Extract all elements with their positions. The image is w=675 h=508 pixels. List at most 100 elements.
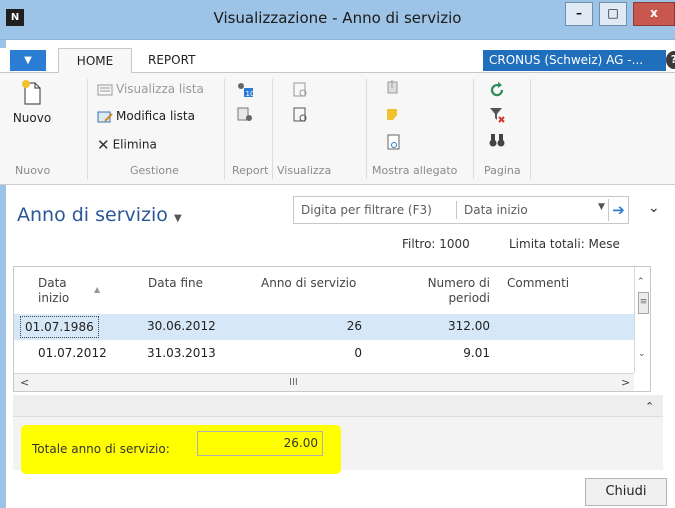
column-header-data-fine[interactable]: Data fine xyxy=(148,276,203,291)
scroll-down-icon[interactable]: ⌄ xyxy=(638,349,646,359)
limit-totals-status: Limita totali: Mese xyxy=(509,237,620,251)
delete-x-icon: ✕ xyxy=(97,136,110,154)
view-details-icon xyxy=(293,107,307,122)
total-value-field: 26.00 xyxy=(197,431,323,456)
ribbon: Nuovo Nuovo Visualizza lista Modifica li… xyxy=(0,73,675,185)
column-header-data-inizio[interactable]: Data inizio xyxy=(38,276,69,306)
tab-report[interactable]: REPORT xyxy=(148,53,195,67)
cell-data-inizio[interactable]: 01.07.1986 xyxy=(20,316,99,338)
column-header-text: periodi xyxy=(448,291,490,305)
cell-data-fine: 31.03.2013 xyxy=(147,346,216,360)
sort-ascending-icon: ▲ xyxy=(94,285,101,294)
find-button[interactable] xyxy=(488,131,506,152)
allegato-button-3[interactable] xyxy=(385,133,403,154)
group-separator xyxy=(224,79,225,179)
total-label: Totale anno di servizio: xyxy=(32,442,170,456)
column-header-periodi[interactable]: Numero di periodi xyxy=(422,276,490,306)
minimize-button[interactable]: – xyxy=(565,2,593,26)
group-separator xyxy=(473,79,474,179)
group-label-report: Report xyxy=(232,164,269,177)
filter-divider xyxy=(456,201,457,219)
cell-data-inizio: 01.07.2012 xyxy=(38,346,107,360)
service-year-grid: Data inizio ▲ Data fine Anno di servizio… xyxy=(13,266,651,392)
grid-header: Data inizio ▲ Data fine Anno di servizio… xyxy=(14,267,634,313)
report-button-1[interactable]: 10 xyxy=(236,81,254,102)
modifica-lista-label: Modifica lista xyxy=(116,109,195,123)
view-document-icon xyxy=(293,82,307,97)
nuovo-label: Nuovo xyxy=(12,111,52,125)
group-separator xyxy=(272,79,273,179)
elimina-button[interactable]: ✕ Elimina xyxy=(97,136,157,154)
collapse-chevron-icon[interactable]: ⌃ xyxy=(645,400,654,413)
apply-filter-arrow-icon[interactable]: ➔ xyxy=(608,199,628,221)
column-header-text: Numero di xyxy=(427,276,490,290)
clear-filter-icon xyxy=(490,108,505,123)
binoculars-icon xyxy=(489,134,505,147)
new-document-icon xyxy=(22,80,41,105)
group-label-nuovo: Nuovo xyxy=(15,164,51,177)
report-button-2[interactable] xyxy=(236,106,254,127)
close-window-button[interactable]: x xyxy=(633,2,675,26)
report-user-icon xyxy=(237,107,252,121)
visualizza-lista-button[interactable]: Visualizza lista xyxy=(97,82,204,97)
scroll-left-icon[interactable]: < xyxy=(20,376,29,389)
column-header-anno[interactable]: Anno di servizio xyxy=(261,276,356,291)
visualizza-button-1[interactable] xyxy=(292,81,310,102)
tab-home[interactable]: HOME xyxy=(58,48,132,74)
help-icon[interactable]: ? xyxy=(666,51,675,69)
scroll-thumb[interactable]: ≡ xyxy=(638,292,649,314)
group-separator xyxy=(366,79,367,179)
page-title-text: Anno di servizio xyxy=(17,204,168,226)
table-row[interactable]: 01.07.2012 31.03.2013 0 9.01 xyxy=(14,341,634,367)
link-document-icon xyxy=(387,134,400,150)
svg-text:10: 10 xyxy=(246,90,255,98)
column-header-commenti[interactable]: Commenti xyxy=(507,276,569,291)
filter-field-select[interactable]: Data inizio xyxy=(464,203,528,217)
group-separator xyxy=(530,79,531,179)
maximize-button[interactable]: □ xyxy=(599,2,627,26)
visualizza-lista-label: Visualizza lista xyxy=(116,82,204,96)
group-label-pagina: Pagina xyxy=(484,164,521,177)
vertical-scrollbar[interactable]: ⌃ ≡ ⌄ xyxy=(634,267,650,373)
filter-input[interactable]: Digita per filtrare (F3) xyxy=(301,203,432,217)
note-icon xyxy=(387,109,397,120)
page-title[interactable]: Anno di servizio ▼ xyxy=(17,204,182,226)
modifica-lista-button[interactable]: Modifica lista xyxy=(97,109,195,124)
chevron-down-icon: ▼ xyxy=(173,213,182,224)
filter-box: Digita per filtrare (F3) Data inizio ▼ ➔ xyxy=(293,196,629,224)
elimina-label: Elimina xyxy=(112,137,157,152)
cell-periodi: 312.00 xyxy=(448,319,490,333)
column-header-text: inizio xyxy=(38,291,70,305)
file-menu-button[interactable]: ▼ xyxy=(10,50,46,71)
panel-header: ⌃ xyxy=(13,395,663,417)
allegato-button-2[interactable] xyxy=(385,106,403,127)
column-header-text: Data xyxy=(38,276,67,290)
dropdown-arrow-icon[interactable]: ▼ xyxy=(598,202,605,212)
close-button[interactable]: Chiudi xyxy=(585,478,667,506)
visualizza-button-2[interactable] xyxy=(292,106,310,127)
scroll-up-icon[interactable]: ⌃ xyxy=(637,277,645,287)
scroll-right-icon[interactable]: > xyxy=(621,376,630,389)
group-label-mostra-allegato: Mostra allegato xyxy=(372,164,458,177)
group-label-gestione: Gestione xyxy=(130,164,179,177)
attachment-icon xyxy=(387,80,398,94)
allegato-button-1[interactable] xyxy=(385,79,403,100)
title-bar: N Visualizzazione - Anno di servizio – □… xyxy=(0,0,675,40)
edit-list-icon xyxy=(97,111,113,122)
table-row[interactable]: 01.07.1986 30.06.2012 26 312.00 xyxy=(14,314,634,340)
cell-anno: 26 xyxy=(346,319,362,333)
horizontal-scrollbar[interactable]: < III > xyxy=(14,373,634,391)
nuovo-button[interactable]: Nuovo xyxy=(12,79,52,125)
refresh-button[interactable] xyxy=(488,81,506,102)
filter-status: Filtro: 1000 xyxy=(402,237,470,251)
ribbon-tab-bar: ▼ HOME REPORT CRONUS (Schweiz) AG -... ? xyxy=(0,48,675,74)
clear-filter-button[interactable] xyxy=(488,106,506,127)
group-label-visualizza: Visualizza xyxy=(277,164,332,177)
company-selector[interactable]: CRONUS (Schweiz) AG -... xyxy=(483,50,666,71)
group-separator xyxy=(87,79,88,179)
report-icon: 10 xyxy=(238,83,255,98)
collapse-chevron-icon[interactable]: ⌄ xyxy=(648,200,660,216)
scroll-thumb[interactable]: III xyxy=(289,377,298,388)
cell-periodi: 9.01 xyxy=(463,346,490,360)
cell-anno: 0 xyxy=(354,346,362,360)
